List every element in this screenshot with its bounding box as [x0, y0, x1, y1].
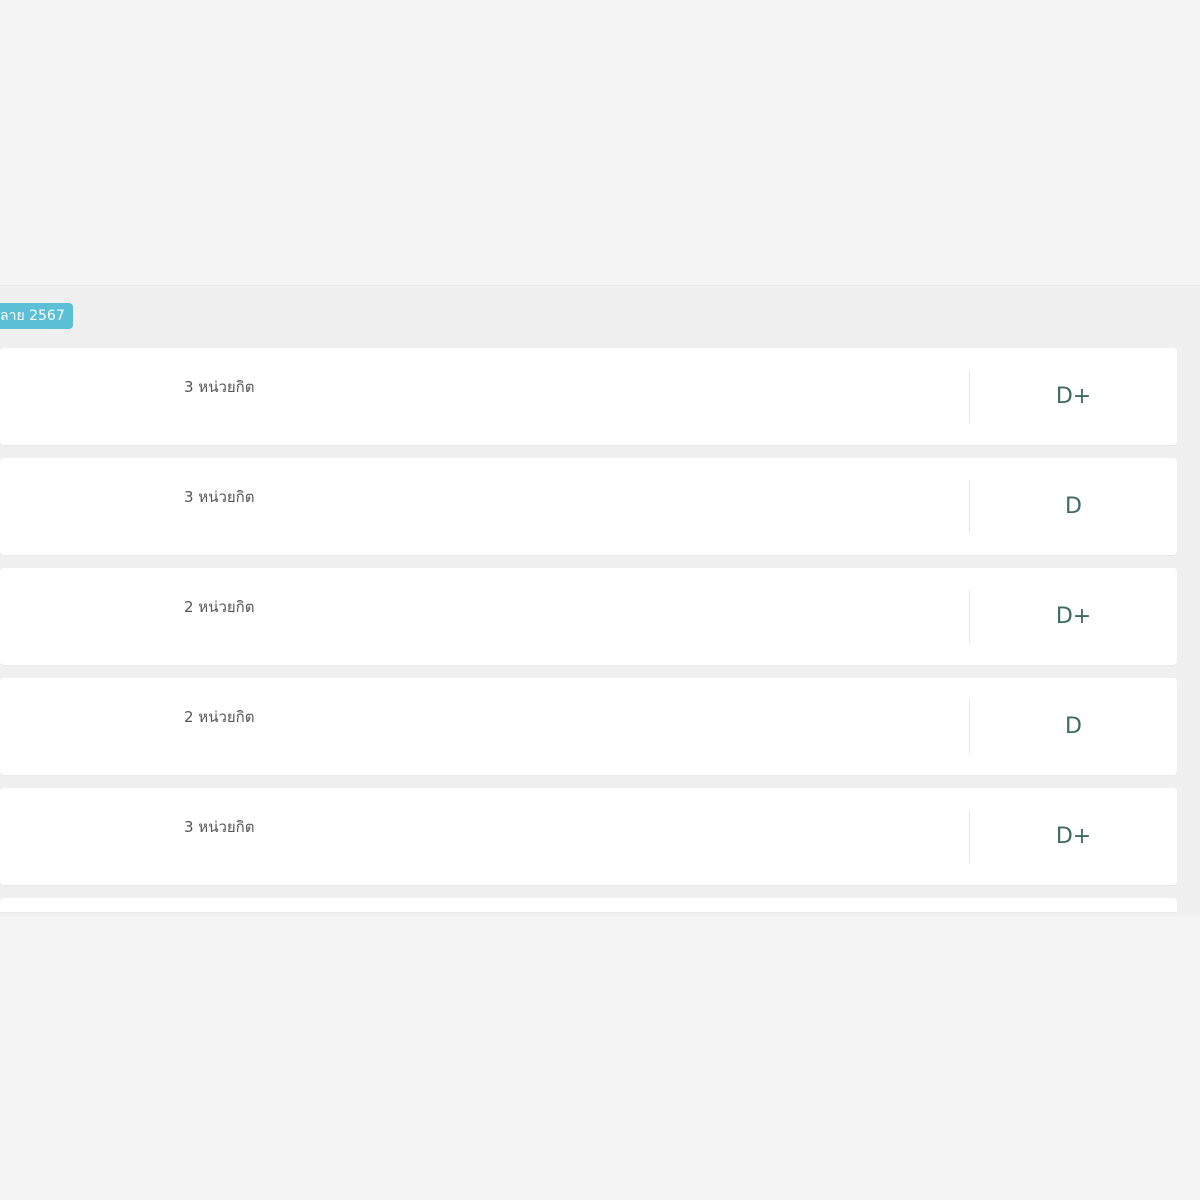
course-credits: 3 หน่วยกิต	[184, 488, 255, 506]
course-row[interactable]: 2 หน่วยกิต D+	[0, 568, 1177, 665]
course-grade: D	[1065, 714, 1082, 739]
course-credits: 2 หน่วยกิต	[184, 708, 255, 726]
term-badge: ลาย 2567	[0, 303, 73, 329]
course-row-partial[interactable]	[0, 898, 1177, 912]
page: ลาย 2567 3 หน่วยกิต D+ 3 หน่วยกิต D 2 หน…	[0, 0, 1200, 1200]
course-grade: D+	[1055, 384, 1092, 409]
course-row[interactable]: 2 หน่วยกิต D	[0, 678, 1177, 775]
course-grade: D+	[1055, 604, 1092, 629]
course-credits: 2 หน่วยกิต	[184, 598, 255, 616]
course-list: 3 หน่วยกิต D+ 3 หน่วยกิต D 2 หน่วยกิต D+…	[0, 348, 1177, 912]
course-row[interactable]: 3 หน่วยกิต D	[0, 458, 1177, 555]
course-grade: D+	[1055, 824, 1092, 849]
course-credits: 3 หน่วยกิต	[184, 818, 255, 836]
course-credits: 3 หน่วยกิต	[184, 378, 255, 396]
course-grade: D	[1065, 494, 1082, 519]
course-row[interactable]: 3 หน่วยกิต D+	[0, 348, 1177, 445]
course-row[interactable]: 3 หน่วยกิต D+	[0, 788, 1177, 885]
